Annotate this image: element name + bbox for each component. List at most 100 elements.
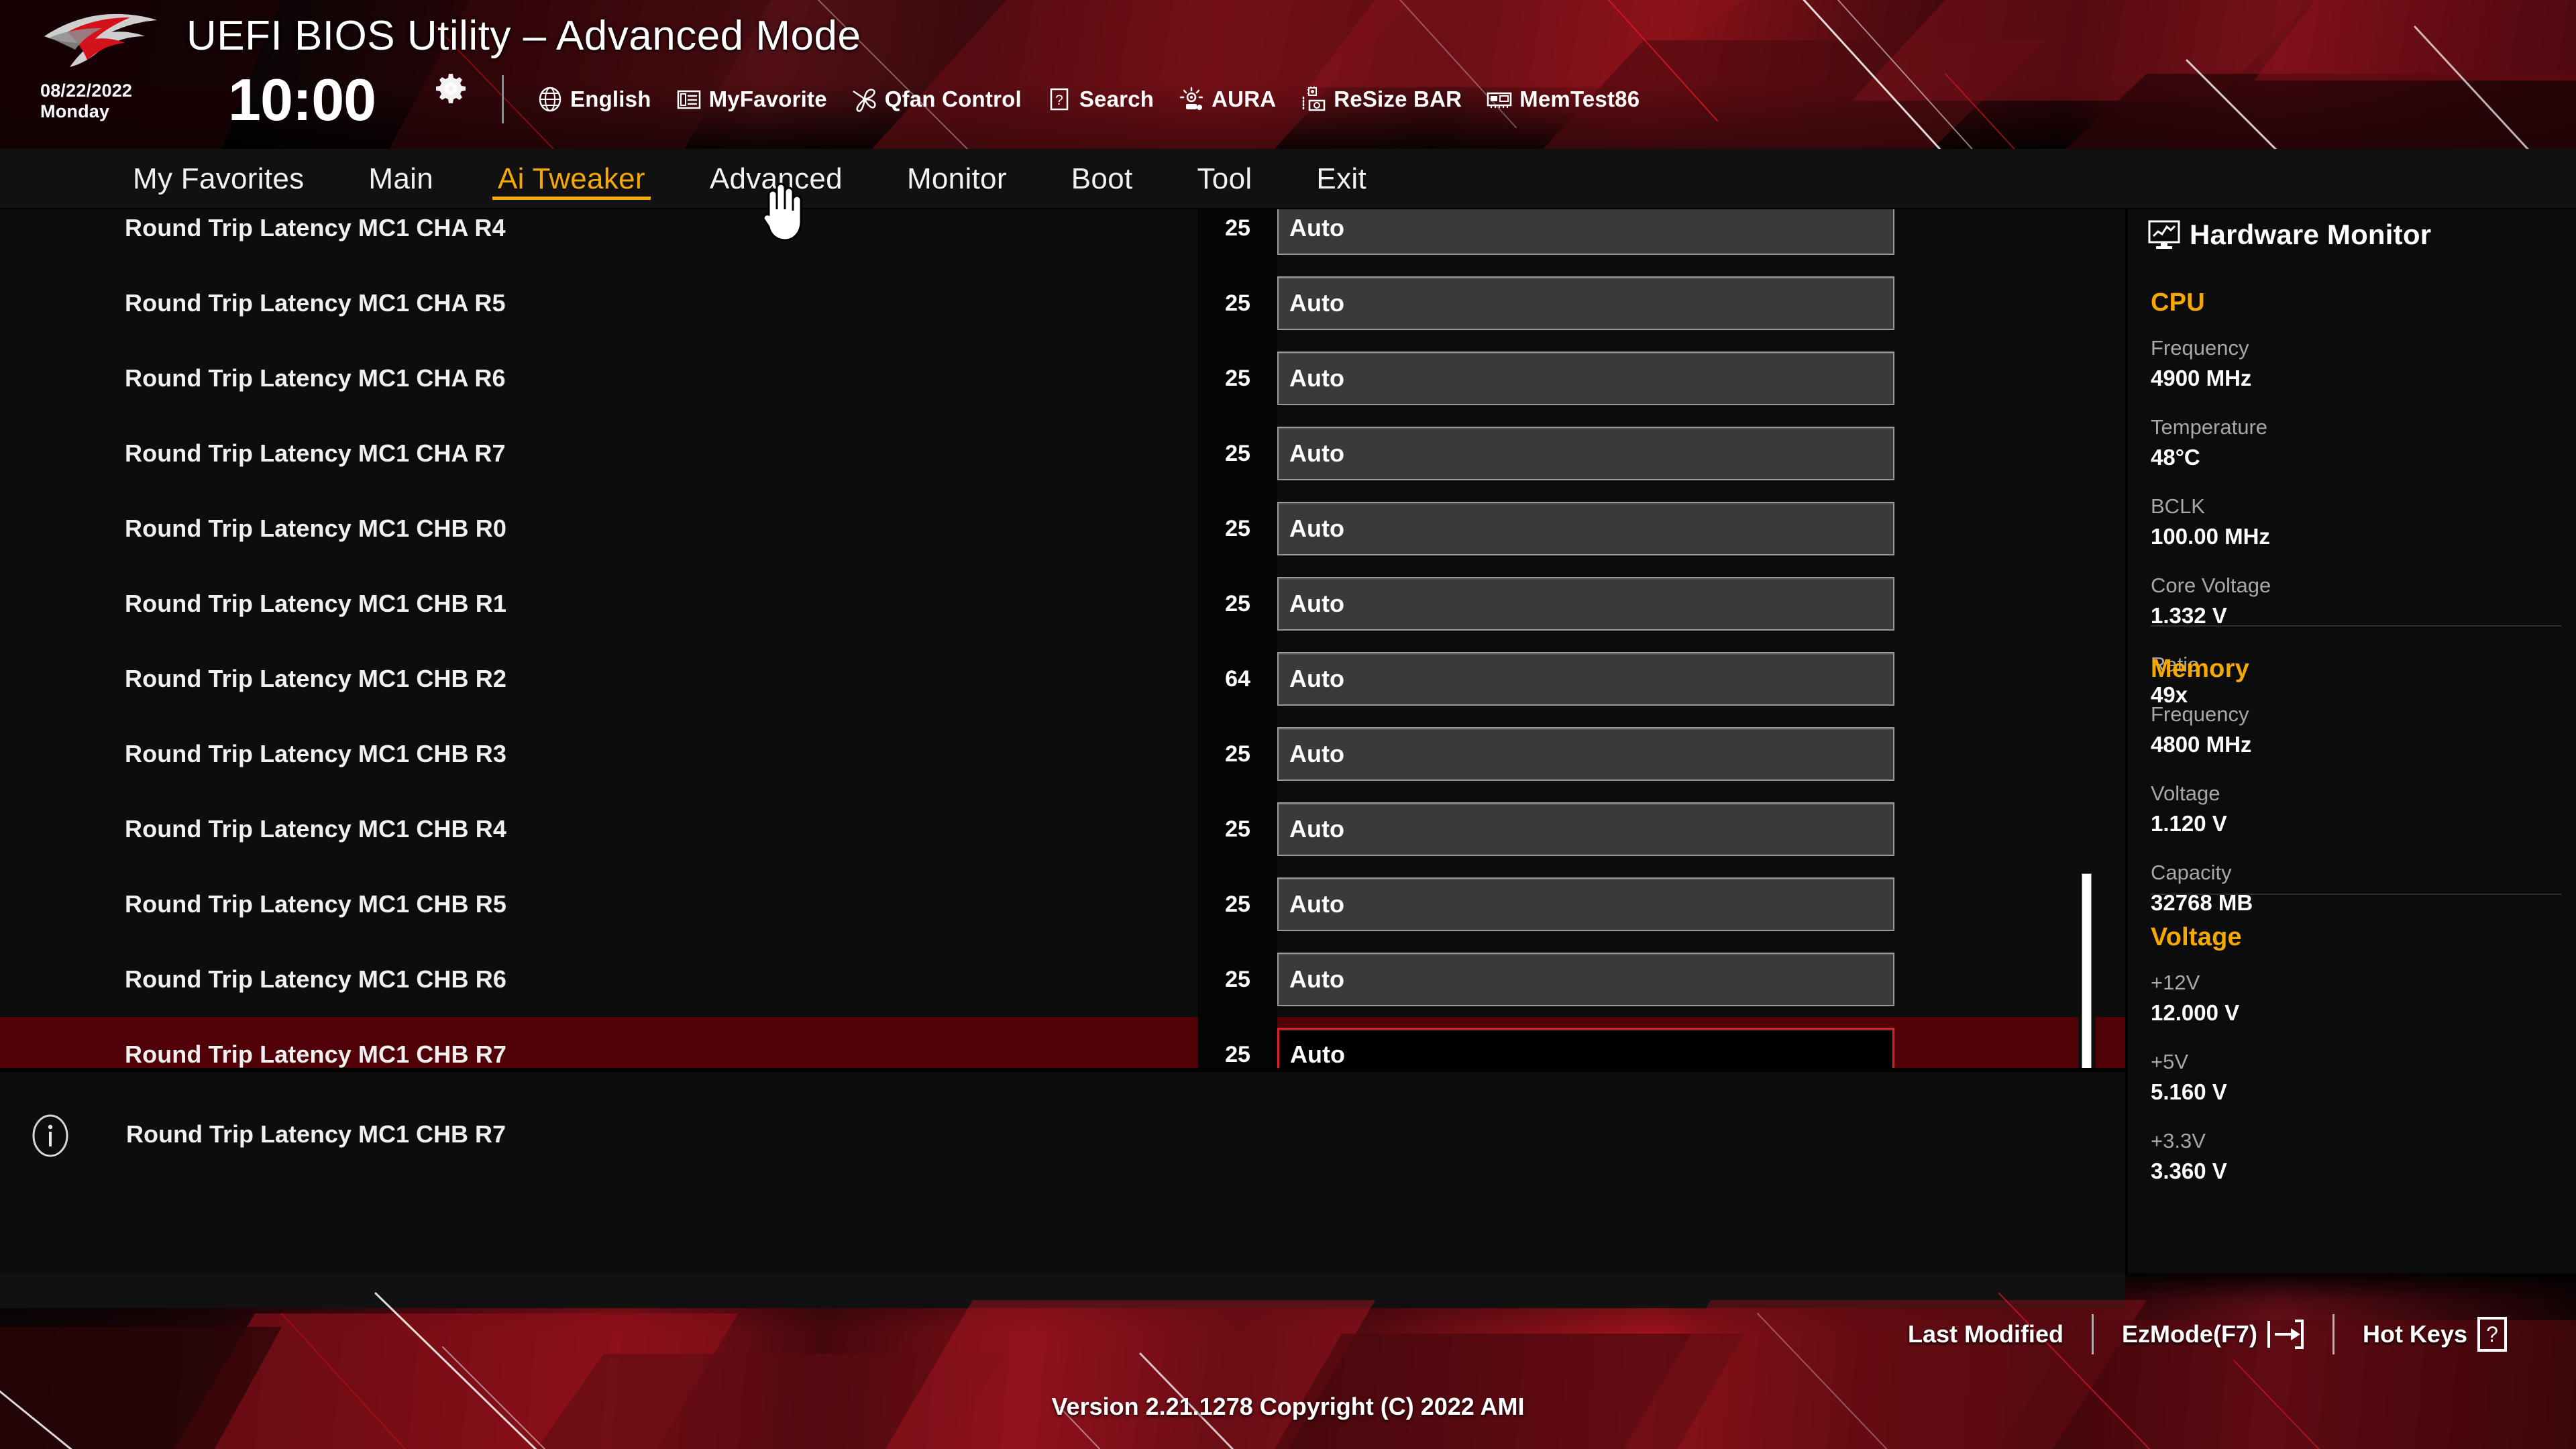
settings-row-number: 25: [1198, 792, 1277, 867]
tab-my-favorites[interactable]: My Favorites: [101, 149, 336, 209]
settings-row-value-field[interactable]: Auto: [1277, 652, 1894, 706]
settings-row-value-field[interactable]: Auto: [1277, 1028, 1894, 1068]
hw-divider-2: [2151, 894, 2561, 895]
hw-key: Frequency: [2151, 702, 2249, 726]
settings-row[interactable]: Round Trip Latency MC1 CHB R6 25 Auto: [0, 942, 2125, 1017]
settings-row[interactable]: Round Trip Latency MC1 CHA R4 25 Auto: [0, 209, 2125, 266]
hw-key: +3.3V: [2151, 1129, 2206, 1152]
settings-row[interactable]: Round Trip Latency MC1 CHB R4 25 Auto: [0, 792, 2125, 867]
page-title: UEFI BIOS Utility – Advanced Mode: [186, 13, 861, 59]
tab-monitor[interactable]: Monitor: [875, 149, 1039, 209]
settings-row-value-field[interactable]: Auto: [1277, 877, 1894, 931]
language-button[interactable]: English: [525, 78, 663, 121]
settings-row[interactable]: Round Trip Latency MC1 CHA R5 25 Auto: [0, 266, 2125, 341]
rog-logo-icon: [40, 11, 161, 68]
settings-row-value-field[interactable]: Auto: [1277, 577, 1894, 631]
ezmode-button[interactable]: EzMode(F7): [2094, 1311, 2332, 1358]
settings-row-value-text: Auto: [1289, 815, 1344, 843]
settings-row-value-field[interactable]: Auto: [1277, 427, 1894, 480]
hw-value: 48°C: [2151, 445, 2200, 470]
settings-row[interactable]: Round Trip Latency MC1 CHB R3 25 Auto: [0, 716, 2125, 792]
language-label: English: [570, 87, 651, 111]
settings-row[interactable]: Round Trip Latency MC1 CHB R5 25 Auto: [0, 867, 2125, 942]
hw-value: 4900 MHz: [2151, 366, 2252, 390]
resize-bar-button[interactable]: ReSize BAR: [1288, 78, 1474, 121]
settings-row[interactable]: Round Trip Latency MC1 CHB R0 25 Auto: [0, 491, 2125, 566]
resize-bar-label: ReSize BAR: [1334, 87, 1462, 111]
tab-advanced[interactable]: Advanced: [678, 149, 875, 209]
settings-row-number-value: 25: [1225, 215, 1250, 241]
settings-row-value-field[interactable]: Auto: [1277, 727, 1894, 781]
hardware-monitor-panel: Hardware Monitor CPU Frequency 4900 MHz …: [2125, 209, 2576, 1273]
aura-lamp-icon: [1178, 86, 1205, 113]
svg-text:?: ?: [1055, 93, 1063, 108]
settings-row-number: 25: [1198, 209, 1277, 266]
hw-cpu-bclk: BCLK 100.00 MHz: [2151, 494, 2364, 549]
hw-key: Voltage: [2151, 782, 2220, 805]
scrollbar-thumb[interactable]: [2082, 873, 2092, 1072]
tab-ai-tweaker[interactable]: Ai Tweaker: [466, 149, 678, 209]
settings-row-number: 25: [1198, 942, 1277, 1017]
globe-icon: [537, 86, 564, 113]
settings-row[interactable]: Round Trip Latency MC1 CHB R2 64 Auto: [0, 641, 2125, 716]
system-clock: 10:00: [228, 66, 376, 133]
settings-row-value-field[interactable]: Auto: [1277, 502, 1894, 555]
qfan-control-button[interactable]: Qfan Control: [839, 78, 1034, 121]
ezmode-label: EzMode(F7): [2121, 1320, 2257, 1348]
memtest86-button[interactable]: MemTest86: [1474, 78, 1652, 121]
settings-row-number-value: 25: [1225, 365, 1250, 391]
settings-row-number: 25: [1198, 341, 1277, 416]
aura-button[interactable]: AURA: [1166, 78, 1288, 121]
hw-value: 1.120 V: [2151, 811, 2227, 836]
settings-row-label: Round Trip Latency MC1 CHB R6: [125, 965, 506, 993]
settings-row-value-field[interactable]: Auto: [1277, 953, 1894, 1006]
tab-main-label: Main: [368, 162, 433, 195]
settings-row-number-value: 64: [1225, 665, 1250, 692]
hw-cpu-temperature: Temperature 48°C: [2151, 415, 2364, 470]
memory-module-icon: [1486, 86, 1513, 113]
settings-row-value-field[interactable]: Auto: [1277, 352, 1894, 405]
hw-value: 100.00 MHz: [2151, 524, 2270, 549]
hw-memory-frequency: Frequency 4800 MHz: [2151, 702, 2364, 757]
tab-boot[interactable]: Boot: [1039, 149, 1165, 209]
tab-main[interactable]: Main: [336, 149, 466, 209]
settings-row[interactable]: Round Trip Latency MC1 CHA R6 25 Auto: [0, 341, 2125, 416]
settings-row[interactable]: Round Trip Latency MC1 CHA R7 25 Auto: [0, 416, 2125, 491]
hw-section-cpu-title: CPU: [2151, 288, 2205, 317]
last-modified-button[interactable]: Last Modified: [1880, 1311, 2092, 1358]
tab-tool[interactable]: Tool: [1165, 149, 1285, 209]
tab-exit-label: Exit: [1316, 162, 1366, 195]
tab-boot-label: Boot: [1071, 162, 1133, 195]
tab-my-favorites-label: My Favorites: [133, 162, 305, 195]
hardware-monitor-label: Hardware Monitor: [2190, 219, 2432, 250]
myfavorite-button[interactable]: MyFavorite: [663, 78, 839, 121]
settings-row-number-value: 25: [1225, 290, 1250, 316]
hw-voltage-12v: +12V 12.000 V: [2151, 971, 2364, 1026]
exit-arrow-icon: [2267, 1318, 2304, 1350]
hw-section-voltage-grid: +12V 12.000 V +5V 5.160 V +3.3V 3.360 V: [2151, 971, 2561, 1208]
settings-row-label: Round Trip Latency MC1 CHA R6: [125, 364, 506, 392]
settings-row-number-value: 25: [1225, 440, 1250, 466]
settings-row-value-field[interactable]: Auto: [1277, 209, 1894, 255]
bios-screen: UEFI BIOS Utility – Advanced Mode 08/22/…: [0, 0, 2576, 1449]
settings-row[interactable]: Round Trip Latency MC1 CHB R1 25 Auto: [0, 566, 2125, 641]
gear-icon[interactable]: [435, 72, 467, 105]
hot-keys-label: Hot Keys: [2362, 1320, 2467, 1348]
favorite-list-icon: [676, 86, 702, 113]
settings-row-value-text: Auto: [1289, 515, 1344, 542]
main-menu-bar: My Favorites Main Ai Tweaker Advanced Mo…: [0, 149, 2576, 209]
hw-key: BCLK: [2151, 494, 2205, 518]
settings-scrollbar[interactable]: [2078, 209, 2096, 1072]
hw-section-voltage-title: Voltage: [2151, 923, 2242, 951]
settings-row-number-value: 25: [1225, 741, 1250, 767]
qfan-control-label: Qfan Control: [884, 87, 1022, 111]
hot-keys-button[interactable]: Hot Keys ?: [2334, 1311, 2536, 1358]
settings-list: Round Trip Latency MC1 CHA R4 25 Auto Round…: [0, 209, 2125, 1068]
settings-row-value-field[interactable]: Auto: [1277, 276, 1894, 330]
search-button[interactable]: ? Search: [1034, 78, 1166, 121]
tab-exit[interactable]: Exit: [1284, 149, 1399, 209]
settings-row-value-field[interactable]: Auto: [1277, 802, 1894, 856]
settings-row[interactable]: Round Trip Latency MC1 CHB R7 25 Auto: [0, 1017, 2125, 1068]
header-bar: UEFI BIOS Utility – Advanced Mode 08/22/…: [0, 0, 2576, 149]
tab-monitor-label: Monitor: [906, 162, 1007, 195]
